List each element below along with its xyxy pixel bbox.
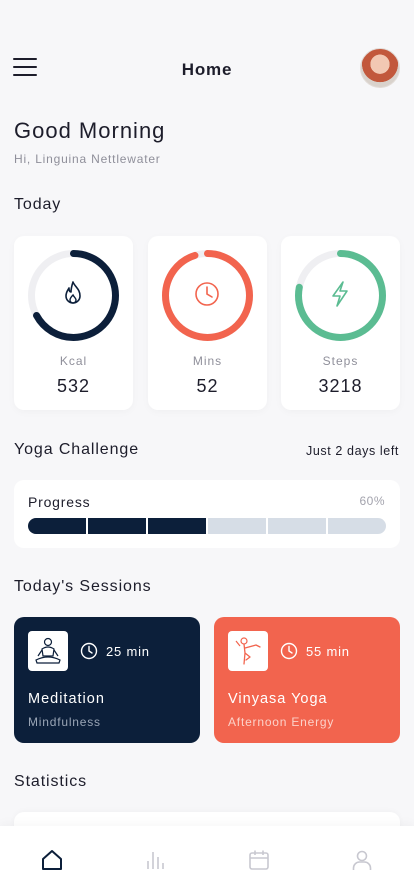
challenge-title: Yoga Challenge: [14, 441, 139, 458]
greeting-title: Good Morning: [14, 118, 166, 143]
calendar-icon: [248, 850, 269, 870]
mins-value: 52: [196, 376, 219, 396]
meditation-duration: 25 min: [80, 642, 150, 660]
nav-profile[interactable]: [311, 826, 414, 896]
progress-segment: [328, 518, 386, 534]
vinyasa-thumbnail: [228, 631, 268, 671]
user-icon: [352, 850, 372, 870]
bar-chart-icon: [147, 852, 165, 869]
meditation-icon: [35, 637, 61, 664]
progress-segment: [28, 518, 86, 534]
vinyasa-subtitle: Afternoon Energy: [228, 715, 335, 729]
vinyasa-duration-text: 55 min: [306, 643, 350, 659]
greeting-subtitle: Hi, Linguina Nettlewater: [14, 152, 161, 166]
statistics-title: Statistics: [14, 773, 88, 790]
yoga-pose-icon: [235, 637, 261, 665]
progress-segment: [88, 518, 146, 534]
nav-home[interactable]: [0, 826, 104, 896]
progress-percent: 60%: [359, 494, 385, 508]
steps-value: 3218: [318, 376, 363, 396]
home-icon: [41, 850, 62, 870]
clock-icon: [280, 642, 298, 660]
clock-icon: [195, 282, 219, 306]
flame-icon: [65, 281, 81, 304]
meditation-thumbnail: [28, 631, 68, 671]
kcal-card[interactable]: Kcal 532: [14, 236, 133, 410]
progress-segment: [268, 518, 326, 534]
top-bar: Home: [0, 44, 414, 94]
mins-card[interactable]: Mins 52: [148, 236, 267, 410]
progress-segment: [208, 518, 266, 534]
session-card-meditation[interactable]: 25 min Meditation Mindfulness: [14, 617, 200, 743]
vinyasa-duration: 55 min: [280, 642, 350, 660]
nav-stats[interactable]: [104, 826, 208, 896]
avatar[interactable]: [360, 48, 400, 88]
vinyasa-name: Vinyasa Yoga: [228, 691, 328, 707]
nav-calendar[interactable]: [207, 826, 311, 896]
steps-card[interactable]: Steps 3218: [281, 236, 400, 410]
sessions-title: Today's Sessions: [14, 578, 152, 595]
challenge-progress-card[interactable]: Progress 60%: [14, 480, 400, 548]
bottom-nav: [0, 826, 414, 896]
page-title: Home: [181, 60, 233, 79]
progress-label: Progress: [28, 494, 91, 510]
kcal-value: 532: [56, 376, 91, 396]
meditation-subtitle: Mindfulness: [28, 715, 101, 729]
meditation-name: Meditation: [28, 691, 105, 707]
today-section-title: Today: [14, 196, 62, 213]
progress-bar: [28, 518, 386, 534]
mins-label: Mins: [192, 354, 223, 368]
challenge-days-left: Just 2 days left: [306, 444, 399, 458]
progress-segment: [148, 518, 206, 534]
meditation-duration-text: 25 min: [106, 643, 150, 659]
steps-label: Steps: [322, 354, 359, 368]
kcal-label: Kcal: [59, 354, 88, 368]
clock-icon: [80, 642, 98, 660]
session-card-vinyasa[interactable]: 55 min Vinyasa Yoga Afternoon Energy: [214, 617, 400, 743]
lightning-icon: [332, 281, 348, 307]
